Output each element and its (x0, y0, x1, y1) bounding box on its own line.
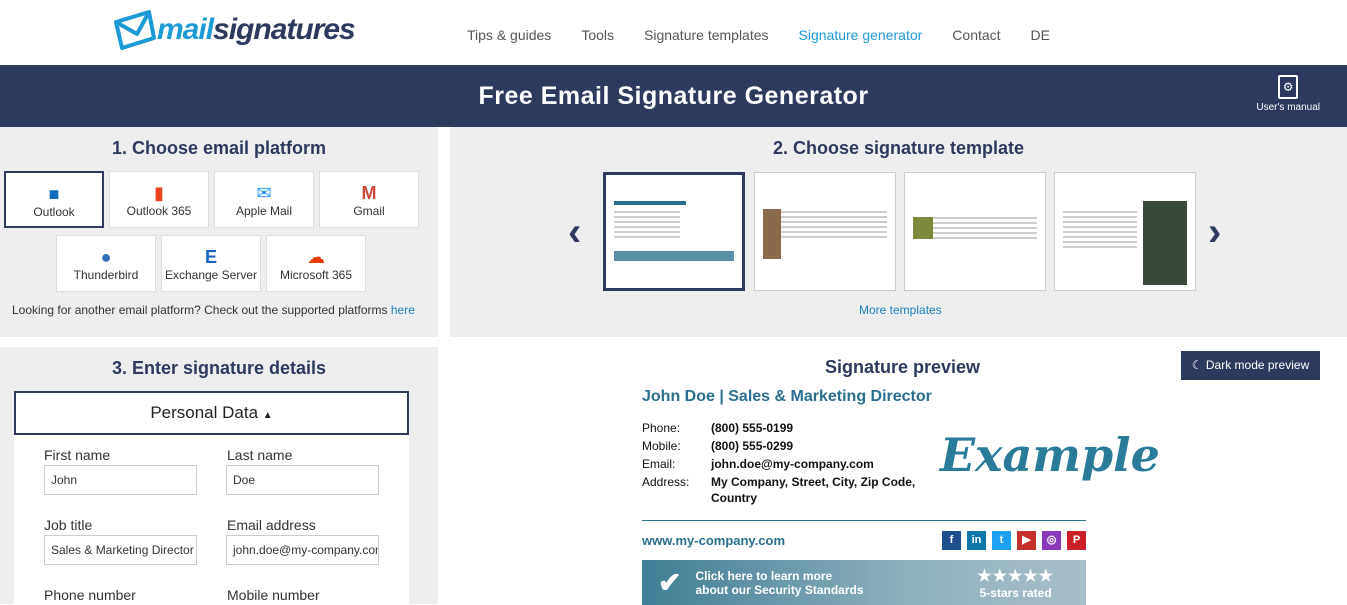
social-icons: f in t ▶ ◎ P (936, 531, 1086, 550)
address-key: Address: (642, 475, 690, 489)
details-panel: 3. Enter signature details Personal Data… (0, 347, 438, 604)
envelope-logo-icon (114, 10, 156, 50)
dark-mode-preview-button[interactable]: ☾ Dark mode preview (1181, 351, 1320, 380)
star-rating-icon: ★★★★★ (977, 567, 1054, 585)
security-banner[interactable]: ✔ Click here to learn more about our Secu… (642, 560, 1086, 605)
twitter-icon[interactable]: t (992, 531, 1011, 550)
check-circle-icon: ✔ (658, 567, 682, 598)
personal-data-toggle[interactable]: Personal Data ▲ (14, 391, 409, 435)
signature-name-title: John Doe | Sales & Marketing Director (642, 388, 932, 405)
platform-label: Gmail (353, 204, 385, 218)
exchange-icon: E (204, 247, 217, 267)
platform-exchange[interactable]: E Exchange Server (161, 235, 261, 292)
email-value: john.doe@my-company.com (711, 457, 874, 471)
address-value: My Company, Street, City, Zip Code, Coun… (711, 475, 916, 505)
template-thumb-3[interactable] (904, 172, 1046, 291)
template-thumb-4[interactable] (1054, 172, 1196, 291)
email-input[interactable]: john.doe@my-company.com (226, 535, 379, 565)
nav-generator[interactable]: Signature generator (799, 27, 923, 43)
email-label: Email address (227, 517, 316, 533)
caret-up-icon: ▲ (262, 410, 273, 421)
users-manual-button[interactable]: ⚙ User's manual (1256, 75, 1320, 113)
thunderbird-icon: ● (100, 247, 112, 267)
outlook-icon: ■ (48, 184, 60, 204)
gmail-icon: M (361, 183, 377, 203)
banner-line-2: about our Security Standards (695, 582, 864, 597)
nav-tips[interactable]: Tips & guides (467, 27, 551, 43)
apple-mail-icon: ✉ (256, 183, 272, 203)
platform-outlook[interactable]: ■ Outlook (4, 171, 104, 228)
platform-thunderbird[interactable]: ● Thunderbird (56, 235, 156, 292)
more-templates-link[interactable]: More templates (859, 303, 942, 317)
mobile-value: (800) 555-0299 (711, 439, 794, 453)
mobile-label: Mobile number (227, 587, 320, 603)
dark-mode-label: Dark mode preview (1205, 358, 1310, 372)
platform-gmail[interactable]: M Gmail (319, 171, 419, 228)
youtube-icon[interactable]: ▶ (1017, 531, 1036, 550)
nav-contact[interactable]: Contact (952, 27, 1000, 43)
banner-line-1: Click here to learn more (695, 568, 833, 583)
phone-value: (800) 555-0199 (711, 421, 794, 435)
last-name-input[interactable]: Doe (226, 465, 379, 495)
title-banner: Free Email Signature Generator ⚙ User's … (0, 65, 1347, 127)
platform-label: Exchange Server (164, 268, 258, 282)
platform-footer: Looking for another email platform? Chec… (12, 303, 415, 317)
carousel-prev-arrow-icon[interactable]: ‹ (568, 210, 581, 255)
section-label: Personal Data (150, 403, 259, 422)
supported-platforms-link[interactable]: here (391, 303, 415, 317)
signature-preview: John Doe | Sales & Marketing Director Ph… (642, 388, 1160, 605)
platform-label: Outlook (33, 205, 75, 219)
main-nav: Tips & guides Tools Signature templates … (467, 27, 1050, 43)
email-key: Email: (642, 457, 676, 471)
logo-text-signatures: signatures (213, 13, 356, 46)
logo-text-mail: mail (157, 13, 214, 46)
manual-label: User's manual (1256, 102, 1320, 113)
platform-label: Apple Mail (235, 204, 293, 218)
rating-label: 5-stars rated (979, 585, 1052, 600)
website-link[interactable]: www.my-company.com (642, 533, 785, 548)
company-logo: Example (940, 428, 1160, 482)
platform-outlook-365[interactable]: ▮ Outlook 365 (109, 171, 209, 228)
manual-book-icon: ⚙ (1278, 75, 1299, 99)
job-title-label: Job title (44, 517, 93, 533)
page-title: Free Email Signature Generator (478, 82, 869, 110)
nav-templates[interactable]: Signature templates (644, 27, 769, 43)
moon-icon: ☾ (1191, 358, 1203, 372)
logo[interactable]: mail signatures (113, 8, 356, 52)
carousel-next-arrow-icon[interactable]: › (1208, 210, 1221, 255)
first-name-input[interactable]: John (44, 465, 197, 495)
phone-key: Phone: (642, 421, 681, 435)
platform-microsoft-365[interactable]: ☁ Microsoft 365 (266, 235, 366, 292)
first-name-label: First name (44, 447, 111, 463)
platform-apple-mail[interactable]: ✉ Apple Mail (214, 171, 314, 228)
platform-panel: 1. Choose email platform ■ Outlook ▮ Outlo… (0, 127, 438, 337)
linkedin-icon[interactable]: in (967, 531, 986, 550)
platform-label: Thunderbird (73, 268, 139, 282)
platform-label: Outlook 365 (126, 204, 192, 218)
last-name-label: Last name (227, 447, 293, 463)
mobile-key: Mobile: (642, 439, 681, 453)
phone-label: Phone number (44, 587, 136, 603)
job-title-input[interactable]: Sales & Marketing Director (44, 535, 197, 565)
template-thumb-2[interactable] (754, 172, 896, 291)
pinterest-icon[interactable]: P (1067, 531, 1086, 550)
cloud-icon: ☁ (307, 247, 325, 267)
details-title: 3. Enter signature details (111, 358, 327, 378)
nav-tools[interactable]: Tools (581, 27, 614, 43)
facebook-icon[interactable]: f (942, 531, 961, 550)
footer-text: Looking for another email platform? Chec… (12, 303, 391, 317)
platform-title: 1. Choose email platform (111, 138, 327, 158)
platform-label: Microsoft 365 (279, 268, 353, 282)
nav-language[interactable]: DE (1031, 27, 1050, 43)
preview-title: Signature preview (825, 357, 981, 377)
template-thumb-1[interactable] (603, 172, 745, 291)
office-icon: ▮ (154, 183, 164, 203)
instagram-icon[interactable]: ◎ (1042, 531, 1061, 550)
